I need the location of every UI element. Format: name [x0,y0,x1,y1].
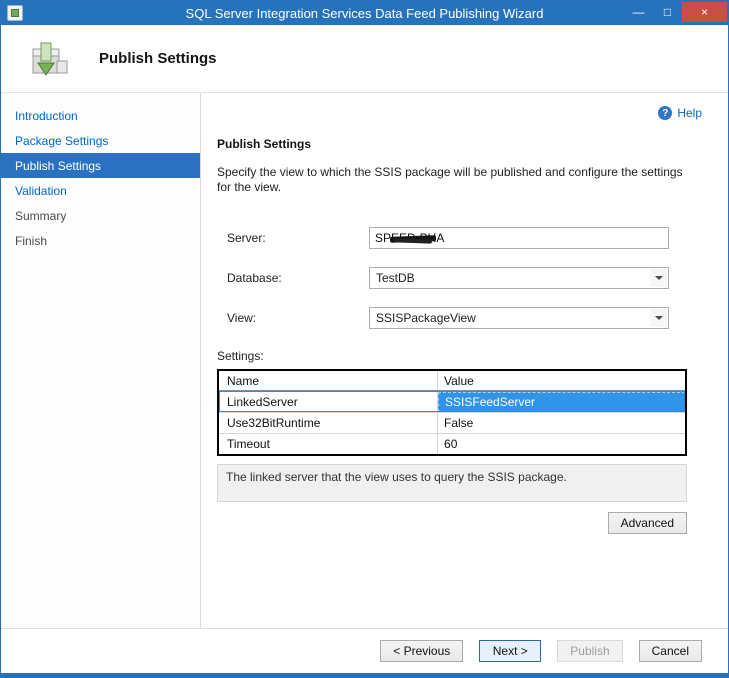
window-controls: — □ × [624,2,728,22]
setting-name: LinkedServer [219,392,438,412]
minimize-button[interactable]: — [624,2,653,22]
sidebar-item-validation[interactable]: Validation [1,178,200,203]
chevron-down-icon[interactable] [650,269,667,287]
close-button[interactable]: × [682,2,727,22]
view-label: View: [227,311,369,325]
previous-button[interactable]: < Previous [380,640,463,662]
column-header-name: Name [219,371,438,390]
next-button[interactable]: Next > [479,640,541,662]
database-label: Database: [227,271,369,285]
sidebar-item-publish-settings[interactable]: Publish Settings [1,153,200,178]
steps-sidebar: Introduction Package Settings Publish Se… [1,93,201,628]
wizard-footer: < Previous Next > Publish Cancel [1,628,728,673]
sidebar-item-introduction[interactable]: Introduction [1,103,200,128]
page-title: Publish Settings [99,50,217,67]
titlebar: SQL Server Integration Services Data Fee… [1,1,728,25]
setting-name: Use32BitRuntime [219,413,438,433]
server-row: Server: [227,227,702,249]
setting-description-box: The linked server that the view uses to … [217,464,687,502]
sidebar-item-summary: Summary [1,203,200,228]
app-icon [7,5,23,21]
database-row: Database: TestDB [227,267,702,289]
publish-button: Publish [557,640,622,662]
wizard-header: Publish Settings [1,25,728,93]
view-dropdown[interactable]: SSISPackageView [369,307,669,329]
view-row: View: SSISPackageView [227,307,702,329]
server-label: Server: [227,231,369,245]
database-dropdown[interactable]: TestDB [369,267,669,289]
view-selected-value: SSISPackageView [376,311,476,325]
setting-name: Timeout [219,434,438,454]
sidebar-item-finish: Finish [1,228,200,253]
advanced-button[interactable]: Advanced [608,512,687,534]
section-description: Specify the view to which the SSIS packa… [217,165,691,195]
settings-table: Name Value LinkedServer SSISFeedServer U… [217,369,687,456]
help-icon: ? [658,106,672,120]
sidebar-item-package-settings[interactable]: Package Settings [1,128,200,153]
wizard-body: Introduction Package Settings Publish Se… [1,93,728,628]
window-title: SQL Server Integration Services Data Fee… [1,6,728,21]
setting-value[interactable]: False [438,413,685,433]
database-selected-value: TestDB [376,271,415,285]
wizard-window: SQL Server Integration Services Data Fee… [0,0,729,678]
help-link[interactable]: ? Help [217,105,702,121]
chevron-down-icon[interactable] [650,309,667,327]
table-row[interactable]: LinkedServer SSISFeedServer [219,391,685,412]
column-header-value: Value [438,371,685,390]
settings-label: Settings: [217,349,702,363]
advanced-row: Advanced [217,512,687,534]
help-label: Help [677,106,702,120]
setting-value[interactable]: SSISFeedServer [438,392,685,412]
table-row[interactable]: Timeout 60 [219,433,685,454]
table-row[interactable]: Use32BitRuntime False [219,412,685,433]
publish-settings-icon [27,39,71,79]
main-content: ? Help Publish Settings Specify the view… [201,93,728,628]
app-icon-glyph [11,9,19,17]
section-title: Publish Settings [217,137,702,151]
table-header-row: Name Value [219,371,685,391]
setting-value[interactable]: 60 [438,434,685,454]
server-input-wrap [369,227,669,249]
maximize-button[interactable]: □ [653,2,682,22]
cancel-button[interactable]: Cancel [639,640,702,662]
